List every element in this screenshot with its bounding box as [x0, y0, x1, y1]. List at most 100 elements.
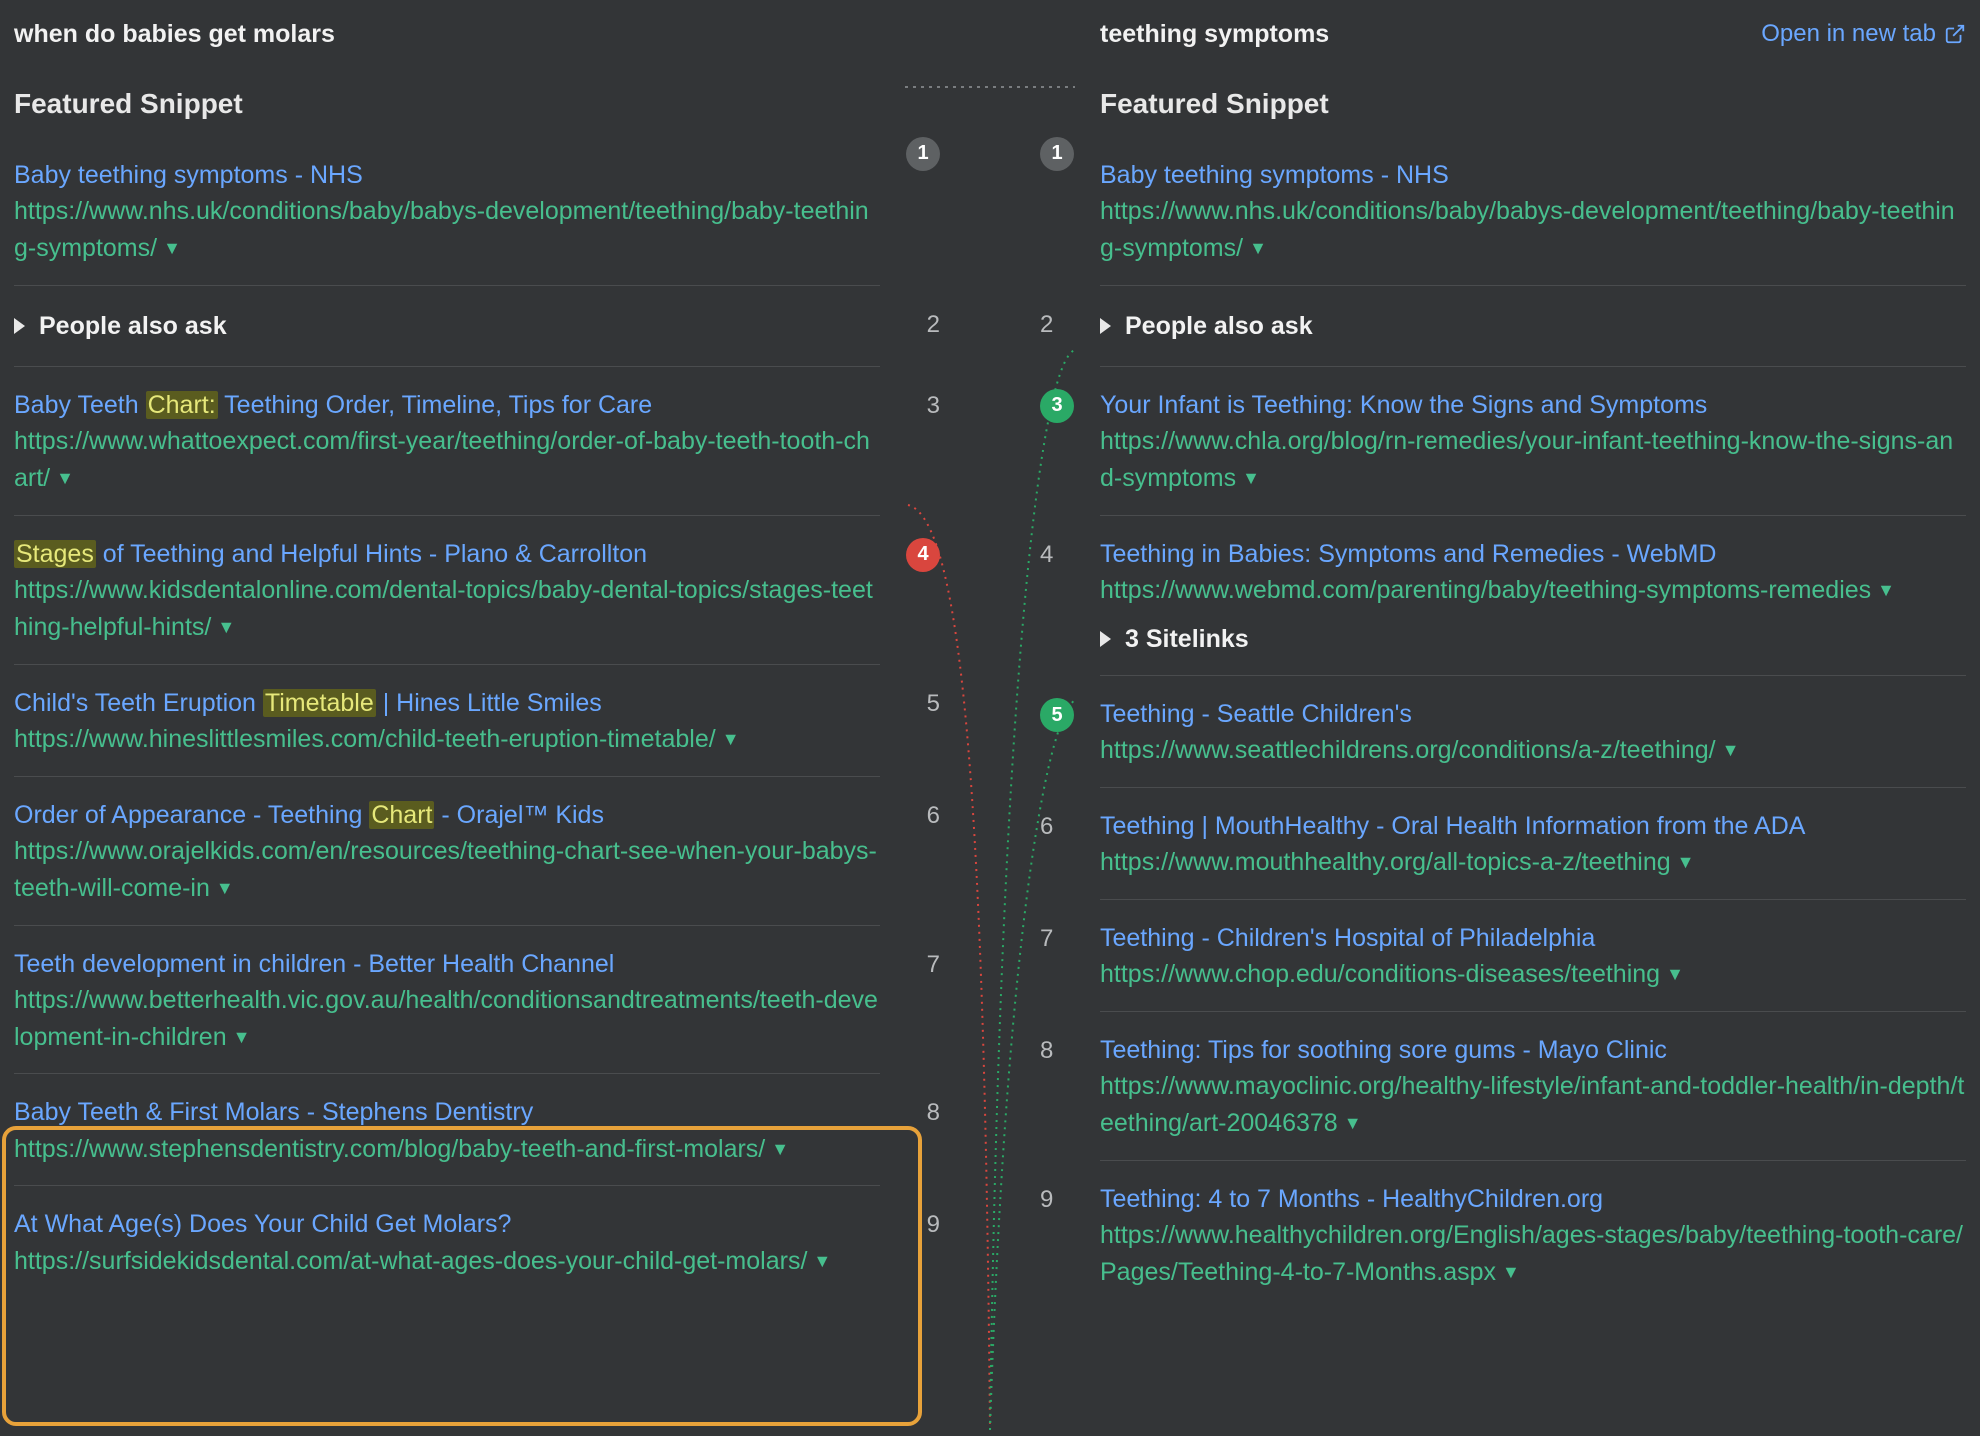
url-dropdown-icon[interactable]: ▼	[233, 1024, 251, 1050]
people-also-ask-label: People also ask	[39, 308, 227, 344]
result-title[interactable]: Stages of Teething and Helpful Hints - P…	[14, 536, 880, 572]
result-title[interactable]: Teething: 4 to 7 Months - HealthyChildre…	[1100, 1181, 1966, 1217]
search-result[interactable]: 7Teething - Children's Hospital of Phila…	[1100, 899, 1966, 1011]
url-dropdown-icon[interactable]: ▼	[1502, 1259, 1520, 1285]
search-query: teething symptoms	[1100, 16, 1329, 52]
result-url[interactable]: https://www.orajelkids.com/en/resources/…	[14, 837, 877, 902]
result-title[interactable]: Order of Appearance - Teething Chart - O…	[14, 797, 880, 833]
expand-icon	[14, 318, 25, 334]
keyword-highlight: Chart	[369, 801, 434, 829]
result-title[interactable]: Your Infant is Teething: Know the Signs …	[1100, 387, 1966, 423]
result-url[interactable]: https://www.webmd.com/parenting/baby/tee…	[1100, 576, 1871, 604]
open-in-new-tab-link[interactable]: Open in new tab	[1761, 17, 1966, 52]
url-dropdown-icon[interactable]: ▼	[56, 465, 74, 491]
featured-snippet-label: Featured Snippet	[14, 66, 880, 137]
rank-badge: 1	[1040, 137, 1074, 171]
result-title[interactable]: Baby Teeth Chart: Teething Order, Timeli…	[14, 387, 880, 423]
result-title[interactable]: Teething in Babies: Symptoms and Remedie…	[1100, 536, 1966, 572]
result-url[interactable]: https://surfsidekidsdental.com/at-what-a…	[14, 1247, 807, 1275]
search-result[interactable]: 8Teething: Tips for soothing sore gums -…	[1100, 1011, 1966, 1160]
people-also-ask-row[interactable]: 2 People also ask	[14, 285, 880, 366]
result-title[interactable]: Teething: Tips for soothing sore gums - …	[1100, 1032, 1966, 1068]
column-header: teething symptoms Open in new tab	[1100, 10, 1966, 66]
search-result[interactable]: 4Stages of Teething and Helpful Hints - …	[14, 515, 880, 664]
serp-column-left: when do babies get molars Featured Snipp…	[0, 0, 990, 1436]
result-title[interactable]: Child's Teeth Eruption Timetable | Hines…	[14, 685, 880, 721]
url-dropdown-icon[interactable]: ▼	[1249, 235, 1267, 261]
result-url[interactable]: https://www.stephensdentistry.com/blog/b…	[14, 1135, 765, 1163]
result-url[interactable]: https://www.nhs.uk/conditions/baby/babys…	[14, 197, 869, 262]
search-result[interactable]: 5Child's Teeth Eruption Timetable | Hine…	[14, 664, 880, 776]
keyword-highlight: Chart:	[146, 391, 218, 419]
url-dropdown-icon[interactable]: ▼	[813, 1248, 831, 1274]
result-url[interactable]: https://www.chla.org/blog/rn-remedies/yo…	[1100, 427, 1953, 492]
search-result[interactable]: 5Teething - Seattle Children'shttps://ww…	[1100, 675, 1966, 787]
search-result[interactable]: 3Your Infant is Teething: Know the Signs…	[1100, 366, 1966, 515]
serp-column-right: teething symptoms Open in new tab Featur…	[990, 0, 1980, 1436]
result-url[interactable]: https://www.healthychildren.org/English/…	[1100, 1221, 1963, 1286]
featured-snippet-label: Featured Snippet	[1100, 66, 1966, 137]
result-title[interactable]: Teeth development in children - Better H…	[14, 946, 880, 982]
column-header: when do babies get molars	[14, 10, 880, 66]
rank-badge: 2	[927, 308, 940, 343]
search-result[interactable]: 9At What Age(s) Does Your Child Get Mola…	[14, 1185, 880, 1297]
search-result[interactable]: 6Order of Appearance - Teething Chart - …	[14, 776, 880, 925]
search-result[interactable]: 6Teething | MouthHealthy - Oral Health I…	[1100, 787, 1966, 899]
result-title[interactable]: Baby teething symptoms - NHS	[14, 157, 880, 193]
search-query: when do babies get molars	[14, 16, 335, 52]
expand-icon	[1100, 318, 1111, 334]
result-url[interactable]: https://www.hineslittlesmiles.com/child-…	[14, 725, 716, 753]
rank-badge: 7	[1040, 922, 1053, 957]
url-dropdown-icon[interactable]: ▼	[1722, 737, 1740, 763]
url-dropdown-icon[interactable]: ▼	[1666, 961, 1684, 987]
url-dropdown-icon[interactable]: ▼	[217, 614, 235, 640]
url-dropdown-icon[interactable]: ▼	[771, 1136, 789, 1162]
url-dropdown-icon[interactable]: ▼	[163, 235, 181, 261]
rank-badge: 8	[927, 1096, 940, 1131]
rank-badge: 9	[1040, 1183, 1053, 1218]
search-result[interactable]: 8Baby Teeth & First Molars - Stephens De…	[14, 1073, 880, 1185]
rank-badge: 1	[906, 137, 940, 171]
people-also-ask-label: People also ask	[1125, 308, 1313, 344]
result-url[interactable]: https://www.seattlechildrens.org/conditi…	[1100, 736, 1716, 764]
search-result[interactable]: 9Teething: 4 to 7 Months - HealthyChildr…	[1100, 1160, 1966, 1309]
url-dropdown-icon[interactable]: ▼	[1877, 577, 1895, 603]
url-dropdown-icon[interactable]: ▼	[1344, 1110, 1362, 1136]
result-url[interactable]: https://www.chop.edu/conditions-diseases…	[1100, 960, 1660, 988]
url-dropdown-icon[interactable]: ▼	[1242, 465, 1260, 491]
result-title[interactable]: Teething - Children's Hospital of Philad…	[1100, 920, 1966, 956]
featured-result[interactable]: 1 Baby teething symptoms - NHS https://w…	[14, 137, 880, 285]
keyword-highlight: Stages	[14, 540, 96, 568]
result-url[interactable]: https://www.mayoclinic.org/healthy-lifes…	[1100, 1072, 1964, 1137]
result-title[interactable]: At What Age(s) Does Your Child Get Molar…	[14, 1206, 880, 1242]
search-result[interactable]: 4Teething in Babies: Symptoms and Remedi…	[1100, 515, 1966, 675]
result-title[interactable]: Baby Teeth & First Molars - Stephens Den…	[14, 1094, 880, 1130]
sitelinks-label: 3 Sitelinks	[1125, 621, 1249, 657]
result-url[interactable]: https://www.whattoexpect.com/first-year/…	[14, 427, 870, 492]
result-url[interactable]: https://www.nhs.uk/conditions/baby/babys…	[1100, 197, 1955, 262]
search-result[interactable]: 7Teeth development in children - Better …	[14, 925, 880, 1074]
rank-badge: 3	[927, 389, 940, 424]
result-url[interactable]: https://www.mouthhealthy.org/all-topics-…	[1100, 848, 1671, 876]
rank-badge: 3	[1040, 389, 1074, 423]
rank-badge: 2	[1040, 308, 1053, 343]
result-title[interactable]: Teething | MouthHealthy - Oral Health In…	[1100, 808, 1966, 844]
keyword-highlight: Timetable	[263, 689, 376, 717]
featured-result[interactable]: 1 Baby teething symptoms - NHS https://w…	[1100, 137, 1966, 285]
rank-badge: 6	[927, 799, 940, 834]
rank-badge: 4	[906, 538, 940, 572]
rank-badge: 8	[1040, 1034, 1053, 1069]
rank-badge: 5	[1040, 698, 1074, 732]
result-url[interactable]: https://www.betterhealth.vic.gov.au/heal…	[14, 986, 878, 1051]
result-title[interactable]: Teething - Seattle Children's	[1100, 696, 1966, 732]
rank-badge: 6	[1040, 810, 1053, 845]
sitelinks-toggle[interactable]: 3 Sitelinks	[1100, 609, 1966, 657]
result-title[interactable]: Baby teething symptoms - NHS	[1100, 157, 1966, 193]
search-result[interactable]: 3Baby Teeth Chart: Teething Order, Timel…	[14, 366, 880, 515]
url-dropdown-icon[interactable]: ▼	[216, 875, 234, 901]
expand-icon	[1100, 631, 1111, 647]
url-dropdown-icon[interactable]: ▼	[722, 726, 740, 752]
url-dropdown-icon[interactable]: ▼	[1677, 849, 1695, 875]
result-url[interactable]: https://www.kidsdentalonline.com/dental-…	[14, 576, 873, 641]
people-also-ask-row[interactable]: 2 People also ask	[1100, 285, 1966, 366]
